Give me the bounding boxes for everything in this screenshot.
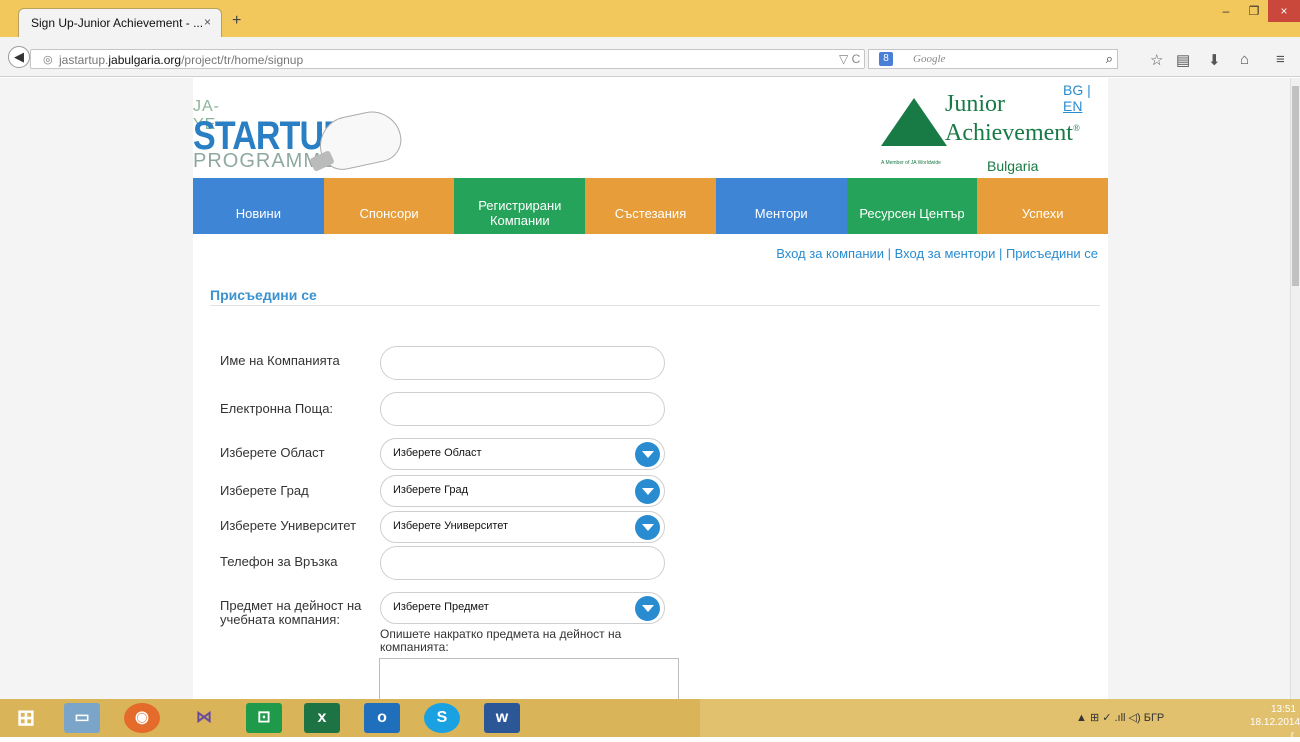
subject-select[interactable]: Изберете Предмет	[380, 592, 665, 624]
web-page: BG | EN JA-YE STARTUP PROGRAMME Junior A…	[0, 78, 1300, 699]
page-content: BG | EN JA-YE STARTUP PROGRAMME Junior A…	[193, 78, 1109, 699]
chevron-down-icon[interactable]	[635, 479, 660, 504]
word-icon[interactable]: w	[484, 703, 520, 733]
city-label: Изберете Град	[220, 483, 309, 498]
clock-time: 13:51	[1270, 704, 1296, 715]
ja-logo-reg: ®	[1072, 123, 1080, 133]
university-select[interactable]: Изберете Университет	[380, 511, 665, 543]
region-select-value: Изберете Област	[393, 447, 482, 459]
companies-login-link[interactable]: Вход за компании	[776, 246, 884, 261]
email-label: Електронна Поща:	[220, 401, 334, 416]
city-select-value: Изберете Град	[393, 484, 469, 496]
scroll-thumb[interactable]	[1292, 86, 1299, 286]
join-link[interactable]: Присъедини се	[1006, 246, 1098, 261]
menu-item-mentors[interactable]: Ментори	[715, 178, 847, 234]
globe-icon: ◎	[43, 54, 53, 66]
menu-item-success[interactable]: Успехи	[977, 178, 1109, 234]
company-name-label: Име на Компанията	[220, 353, 340, 368]
ja-logo-text[interactable]: Junior Achievement®	[945, 92, 1080, 145]
menu-item-companies[interactable]: Регистрирани Компании	[454, 178, 586, 234]
description-hint: Опишете накратко предмета на дейност на …	[380, 627, 622, 654]
download-icon[interactable]: ⬇	[1208, 51, 1221, 69]
subject-label: Предмет на дейност на учебната компания:	[220, 598, 362, 627]
link-separator: |	[995, 246, 1006, 261]
minimize-button[interactable]: –	[1212, 0, 1240, 22]
clock-date: 18.12.2014 г.	[1250, 717, 1300, 741]
phone-label: Телефон за Връзка	[220, 554, 338, 569]
search-icon[interactable]: ⌕	[1106, 51, 1113, 67]
main-menu: Новини Спонсори Регистрирани Компании Съ…	[193, 178, 1109, 234]
browser-tab[interactable]: Sign Up-Junior Achievement - ... ×	[18, 8, 222, 37]
file-explorer-icon[interactable]: ▭	[64, 703, 100, 733]
reading-list-icon[interactable]: ▤	[1176, 51, 1190, 69]
mentors-login-link[interactable]: Вход за ментори	[895, 246, 996, 261]
menu-item-resource-center[interactable]: Ресурсен Център	[846, 178, 978, 234]
page-scrollbar[interactable]	[1290, 78, 1300, 699]
windows-taskbar: ⊞ ▭ ◉ ⋈ ⊡ x o S w ▲ ⊞ ✓ .ıll ◁) БГР 13:5…	[0, 699, 1300, 741]
university-select-value: Изберете Университет	[393, 520, 509, 532]
home-icon[interactable]: ⌂	[1240, 51, 1249, 68]
clock[interactable]: 13:51 18.12.2014 г.	[1250, 703, 1300, 742]
region-select[interactable]: Изберете Област	[380, 438, 665, 470]
menu-item-competitions[interactable]: Състезания	[585, 178, 716, 234]
ja-country-text: Bulgaria	[987, 158, 1039, 174]
reload-icon[interactable]: ▽ C	[839, 52, 860, 66]
tab-close-icon[interactable]: ×	[204, 15, 211, 29]
visual-studio-icon[interactable]: ⋈	[186, 703, 222, 733]
excel-icon[interactable]: x	[304, 703, 340, 733]
ja-triangle-icon	[881, 98, 947, 146]
chevron-down-icon[interactable]	[635, 596, 660, 621]
taskbar-apps-area	[0, 699, 700, 737]
system-tray[interactable]: ▲ ⊞ ✓ .ıll ◁) БГР	[1076, 711, 1164, 724]
maximize-button[interactable]: ❐	[1240, 0, 1268, 22]
lang-separator: |	[1083, 82, 1091, 98]
link-separator: |	[884, 246, 895, 261]
subject-select-value: Изберете Предмет	[393, 601, 489, 613]
outlook-icon[interactable]: o	[364, 703, 400, 733]
google-icon: 8	[879, 52, 893, 66]
company-name-input[interactable]	[380, 346, 665, 380]
phone-input[interactable]	[380, 546, 665, 580]
browser-navbar: ◀ ◎ jastartup.jabulgaria.org/project/tr/…	[0, 37, 1300, 77]
bookmark-star-icon[interactable]: ☆	[1150, 51, 1163, 69]
menu-icon[interactable]: ≡	[1276, 51, 1285, 68]
city-select[interactable]: Изберете Град	[380, 475, 665, 507]
email-field[interactable]	[380, 392, 665, 426]
new-tab-button[interactable]: +	[232, 12, 241, 30]
divider	[210, 305, 1100, 306]
search-bar[interactable]: 8 Google ⌕	[868, 49, 1118, 69]
back-button[interactable]: ◀	[8, 46, 30, 68]
store-icon[interactable]: ⊡	[246, 703, 282, 733]
menu-item-news[interactable]: Новини	[193, 178, 324, 234]
region-label: Изберете Област	[220, 445, 325, 460]
window-close-button[interactable]: ×	[1268, 0, 1300, 22]
url-text: jastartup.jabulgaria.org/project/tr/home…	[59, 53, 304, 67]
ja-logo-line1: Junior	[945, 91, 1005, 117]
chevron-down-icon[interactable]	[635, 515, 660, 540]
chevron-down-icon[interactable]	[635, 442, 660, 467]
browser-titlebar: Sign Up-Junior Achievement - ... × + – ❐…	[0, 0, 1300, 37]
tab-title: Sign Up-Junior Achievement - ...	[31, 16, 204, 30]
university-label: Изберете Университет	[220, 518, 357, 533]
firefox-icon[interactable]: ◉	[124, 703, 160, 733]
search-placeholder: Google	[913, 53, 946, 65]
menu-item-sponsors[interactable]: Спонсори	[323, 178, 455, 234]
ja-member-text: A Member of JA Worldwide	[881, 160, 941, 166]
page-title: Присъедини се	[210, 287, 317, 303]
url-bar[interactable]: ◎ jastartup.jabulgaria.org/project/tr/ho…	[30, 49, 865, 69]
windows-start-icon[interactable]: ⊞	[8, 703, 44, 733]
account-links: Вход за компании | Вход за ментори | При…	[776, 246, 1098, 261]
ja-logo-line2: Achievement	[945, 120, 1073, 146]
description-textarea[interactable]	[379, 658, 679, 699]
skype-icon[interactable]: S	[424, 703, 460, 733]
